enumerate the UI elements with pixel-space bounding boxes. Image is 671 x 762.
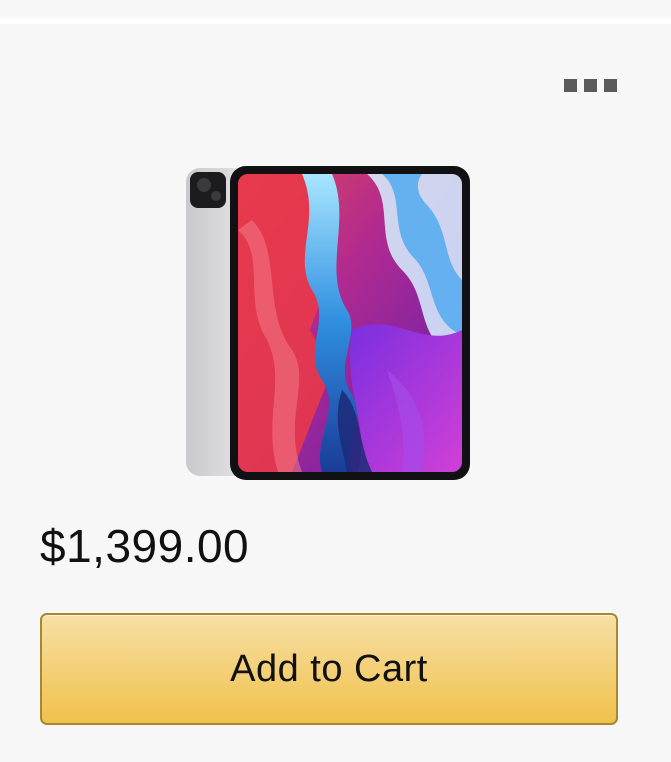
tablet-product-image [186,166,470,480]
add-to-cart-button[interactable]: Add to Cart [40,613,618,725]
more-options-button[interactable] [552,70,628,100]
more-options-icon-dot [583,78,597,92]
product-image[interactable] [182,160,474,482]
add-to-cart-label: Add to Cart [230,647,428,690]
product-price: $1,399.00 [40,520,250,572]
more-options-icon-dot [603,78,617,92]
previous-card-edge [0,0,671,18]
more-options-icon [563,78,577,92]
